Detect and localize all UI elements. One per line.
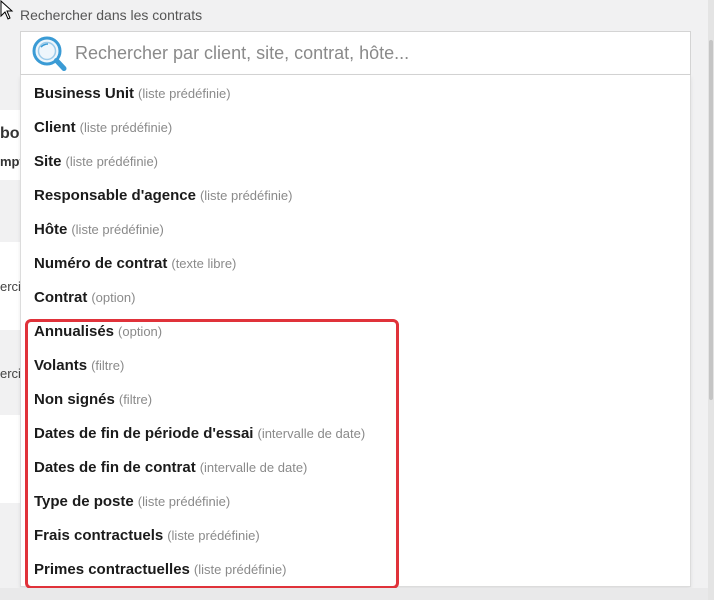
option-type: (liste prédéfinie) bbox=[138, 86, 231, 101]
background-panel-3 bbox=[0, 415, 20, 503]
option-name: Numéro de contrat bbox=[34, 255, 168, 272]
option-type: (liste prédéfinie) bbox=[199, 188, 293, 203]
option-type: (liste prédéfinie) bbox=[167, 528, 260, 543]
option-name: Dates de fin de contrat bbox=[34, 459, 196, 476]
option-type: (option) bbox=[91, 290, 136, 305]
option-name: Non signés bbox=[34, 391, 115, 408]
option-name: Annualisés bbox=[34, 323, 115, 340]
option-name: Contrat bbox=[34, 289, 88, 306]
option-name: Client bbox=[34, 119, 76, 136]
option-non-signes[interactable]: Non signés (filtre) bbox=[34, 383, 152, 417]
option-type: (intervalle de date) bbox=[257, 426, 366, 441]
option-site[interactable]: Site (liste prédéfinie) bbox=[34, 145, 158, 179]
option-type: (liste prédéfinie) bbox=[137, 494, 231, 509]
option-dates-fin-contrat[interactable]: Dates de fin de contrat (intervalle de da… bbox=[34, 451, 307, 485]
option-type: (option) bbox=[118, 324, 163, 339]
search-box[interactable] bbox=[20, 31, 691, 75]
search-label: Rechercher dans les contrats bbox=[20, 7, 203, 23]
page-scrollbar-thumb[interactable] bbox=[709, 40, 713, 400]
option-client[interactable]: Client (liste prédéfinie) bbox=[34, 111, 172, 145]
background-heading-fragment: bo bbox=[0, 125, 20, 142]
mouse-cursor-icon bbox=[0, 0, 14, 20]
page-scrollbar[interactable] bbox=[708, 0, 714, 600]
search-icon bbox=[27, 33, 71, 73]
option-numero-contrat[interactable]: Numéro de contrat (texte libre) bbox=[34, 247, 236, 281]
option-type: (liste prédéfinie) bbox=[193, 562, 287, 577]
background-row-fragment-2: erci bbox=[0, 366, 21, 381]
option-name: Volants bbox=[34, 357, 88, 374]
option-type: (intervalle de date) bbox=[199, 460, 308, 475]
search-suggestions-dropdown: Business Unit (liste prédéfinie) Client (l… bbox=[20, 75, 691, 587]
option-hote[interactable]: Hôte (liste prédéfinie) bbox=[34, 213, 164, 247]
option-responsable-agence[interactable]: Responsable d'agence (liste prédéfinie) bbox=[34, 179, 292, 213]
option-type: (liste prédéfinie) bbox=[71, 222, 164, 237]
option-contrat[interactable]: Contrat (option) bbox=[34, 281, 135, 315]
option-name: Primes contractuelles bbox=[34, 561, 190, 578]
search-input[interactable] bbox=[71, 35, 675, 71]
option-volants[interactable]: Volants (filtre) bbox=[34, 349, 124, 383]
option-name: Hôte bbox=[34, 221, 68, 238]
option-business-unit[interactable]: Business Unit (liste prédéfinie) bbox=[34, 77, 231, 111]
option-name: Type de poste bbox=[34, 493, 134, 510]
option-annualises[interactable]: Annualisés (option) bbox=[34, 315, 162, 349]
option-type: (liste prédéfinie) bbox=[65, 154, 159, 169]
background-row-fragment-1: erci bbox=[0, 279, 21, 294]
option-primes-contractuelles[interactable]: Primes contractuelles (liste prédéfinie) bbox=[34, 553, 286, 587]
option-type: (liste prédéfinie) bbox=[79, 120, 173, 135]
option-type: (filtre) bbox=[118, 392, 153, 407]
option-type-de-poste[interactable]: Type de poste (liste prédéfinie) bbox=[34, 485, 230, 519]
option-frais-contractuels[interactable]: Frais contractuels (liste prédéfinie) bbox=[34, 519, 260, 553]
option-type: (filtre) bbox=[91, 358, 125, 373]
option-dates-fin-periode-essai[interactable]: Dates de fin de période d'essai (interval… bbox=[34, 417, 365, 451]
option-name: Frais contractuels bbox=[34, 527, 164, 544]
option-name: Business Unit bbox=[34, 85, 135, 102]
option-type: (texte libre) bbox=[171, 256, 237, 271]
option-name: Site bbox=[34, 153, 62, 170]
bottom-edge bbox=[0, 588, 708, 600]
background-panel-1 bbox=[0, 110, 20, 180]
option-name: Dates de fin de période d'essai bbox=[34, 425, 254, 442]
option-name: Responsable d'agence bbox=[34, 187, 196, 204]
